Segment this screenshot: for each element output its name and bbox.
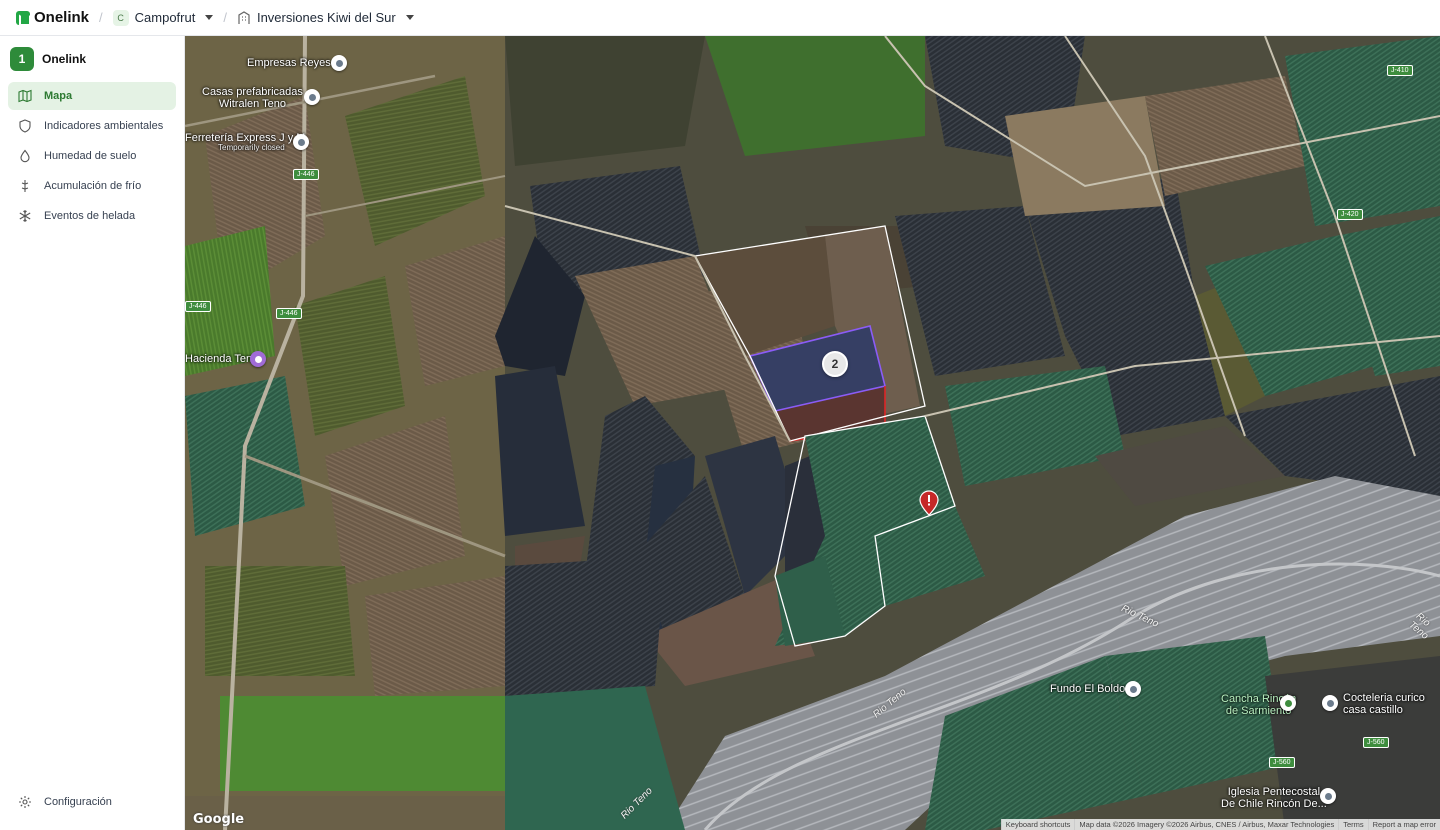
snowflake-icon (19, 210, 31, 222)
road-sign: J-420 (1337, 209, 1363, 220)
place-pin-icon[interactable] (1125, 681, 1141, 697)
chevron-down-icon (205, 15, 214, 20)
shield-icon (19, 119, 31, 133)
onelink-logo-icon (16, 10, 31, 26)
road-sign: J-446 (185, 301, 211, 312)
org-badge: 1 (10, 47, 34, 71)
sidebar-item-label: Humedad de suelo (44, 150, 137, 162)
farm-selector[interactable]: Inversiones Kiwi del Sur (237, 10, 414, 25)
road-sign: J-410 (1387, 65, 1413, 76)
company-avatar: C (112, 9, 129, 26)
sidebar-item-label: Configuración (44, 796, 112, 808)
breadcrumb-separator: / (223, 10, 227, 25)
field-cluster-marker[interactable]: 2 (822, 351, 848, 377)
terms-link[interactable]: Terms (1338, 819, 1367, 830)
road-sign: J-446 (276, 308, 302, 319)
sidebar-item-mapa[interactable]: Mapa (8, 82, 176, 110)
chevron-down-icon (405, 15, 414, 20)
sidebar-item-label: Eventos de helada (44, 210, 136, 222)
place-pin-icon[interactable] (331, 55, 347, 71)
road-sign: J-560 (1269, 757, 1295, 768)
place-empresas-reyes[interactable]: Empresas Reyes (247, 57, 331, 70)
company-selector[interactable]: C Campofrut (112, 9, 214, 26)
sidebar-item-helada[interactable]: Eventos de helada (8, 202, 176, 230)
sidebar-item-indicadores[interactable]: Indicadores ambientales (8, 112, 176, 140)
map-data-credit: Map data ©2026 Imagery ©2026 Airbus, CNE… (1074, 819, 1338, 830)
road-sign: J-446 (293, 169, 319, 180)
place-casas-prefabricadas[interactable]: Casas prefabricadas Witralen Teno (202, 86, 303, 110)
thermometer-icon (21, 180, 29, 192)
top-bar: Onelink / C Campofrut / Inversiones Kiwi… (0, 0, 1440, 36)
place-iglesia[interactable]: Iglesia Pentecostal De Chile Rincón De..… (1221, 786, 1327, 810)
org-name: Onelink (42, 52, 87, 66)
sidebar-item-label: Mapa (44, 90, 73, 102)
org-header[interactable]: 1 Onelink (0, 36, 184, 82)
landmark-pin-icon[interactable] (250, 351, 266, 367)
drop-icon (20, 149, 30, 163)
store-pin-icon[interactable] (293, 134, 309, 150)
sidebar-item-label: Indicadores ambientales (44, 120, 164, 132)
sidebar-item-frio[interactable]: Acumulación de frío (8, 172, 176, 200)
place-ferreteria-status: Temporarily closed (218, 143, 285, 152)
park-pin-icon[interactable] (1280, 695, 1296, 711)
gear-icon (19, 796, 31, 808)
sidebar-item-label: Acumulación de frío (44, 180, 142, 192)
sidebar-footer: Configuración (0, 788, 184, 818)
map-icon (18, 89, 32, 103)
place-pin-icon[interactable] (1322, 695, 1338, 711)
sidebar: 1 Onelink Mapa Indicadores ambientales H… (0, 36, 185, 830)
farm-name: Inversiones Kiwi del Sur (256, 10, 396, 25)
place-hacienda[interactable]: Hacienda Teno (185, 353, 258, 366)
keyboard-shortcuts-link[interactable]: Keyboard shortcuts (1000, 819, 1075, 830)
road-sign: J-560 (1363, 737, 1389, 748)
satellite-map[interactable]: 2 Empresas Reyes Casas prefabricadas Wit… (185, 36, 1440, 830)
place-fundo-el-boldo[interactable]: Fundo El Boldo (1050, 683, 1125, 696)
sidebar-item-configuracion[interactable]: Configuración (8, 788, 176, 816)
sidebar-nav: Mapa Indicadores ambientales Humedad de … (0, 82, 184, 230)
app-logo[interactable]: Onelink (16, 9, 89, 26)
place-cocteleria[interactable]: Cocteleria curico casa castillo (1343, 692, 1425, 716)
map-attribution: Keyboard shortcuts Map data ©2026 Imager… (1000, 819, 1440, 830)
company-name: Campofrut (134, 10, 196, 25)
place-pin-icon[interactable] (304, 89, 320, 105)
app-name: Onelink (34, 9, 90, 26)
report-error-link[interactable]: Report a map error (1367, 819, 1440, 830)
google-logo: Google (193, 812, 245, 827)
building-icon (238, 10, 250, 24)
breadcrumb-separator: / (99, 10, 103, 25)
sidebar-item-humedad[interactable]: Humedad de suelo (8, 142, 176, 170)
church-pin-icon[interactable] (1320, 788, 1336, 804)
